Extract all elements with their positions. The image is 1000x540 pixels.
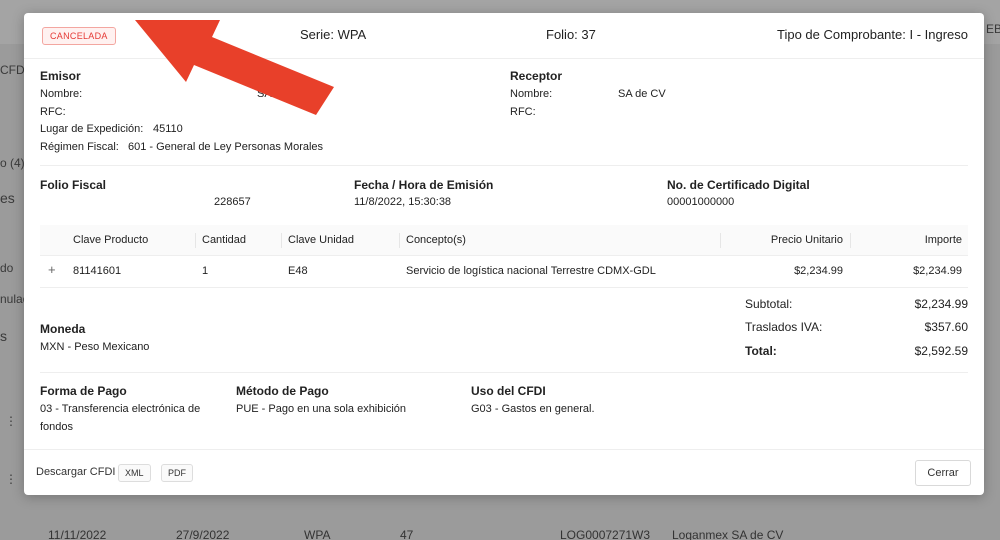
column-header: Cantidad <box>202 234 247 246</box>
emisor-nombre-label: Nombre: <box>40 88 83 100</box>
tipo-comprobante-label: Tipo de Comprobante: I - Ingreso <box>777 27 969 42</box>
background-cell: 47 <box>400 528 414 540</box>
background-kebab-icon: ⋮ <box>5 472 17 486</box>
emisor-regimen-value: 601 - General de Ley Personas Morales <box>128 141 324 153</box>
column-divider <box>850 233 851 248</box>
iva-value: $357.60 <box>924 320 968 334</box>
column-divider <box>399 233 400 248</box>
uso-cfdi-title: Uso del CFDI <box>471 384 546 398</box>
forma-pago-value-cont: fondos <box>40 421 74 433</box>
background-fragment: o (4) <box>0 156 25 170</box>
concepts-table-header: Clave Producto Cantidad Clave Unidad Con… <box>40 225 968 256</box>
emisor-lugar-value: 45110 <box>153 123 183 135</box>
emisor-title: Emisor <box>40 69 81 83</box>
emisor-regimen-label: Régimen Fiscal: <box>40 141 119 153</box>
divider <box>40 372 968 373</box>
iva-label: Traslados IVA: <box>745 320 823 334</box>
divider <box>40 165 968 166</box>
background-cell: WPA <box>304 528 331 540</box>
background-fragment: do <box>0 261 14 275</box>
total-label: Total: <box>745 344 777 358</box>
subtotal-label: Subtotal: <box>745 297 793 311</box>
background-cell: 27/9/2022 <box>176 528 230 540</box>
fecha-emision-title: Fecha / Hora de Emisión <box>354 178 494 192</box>
column-divider <box>720 233 721 248</box>
modal-footer: Descargar CFDI XML PDF Cerrar <box>24 449 984 495</box>
subtotal-value: $2,234.99 <box>914 297 968 311</box>
expand-row-icon[interactable]: + <box>48 262 56 277</box>
cell-concepto: Servicio de logística nacional Terrestre… <box>406 265 656 277</box>
modal-header: CANCELADA Serie: WPA Folio: 37 Tipo de C… <box>24 13 984 59</box>
cell-precio-unitario: $2,234.99 <box>794 265 843 277</box>
folio-fiscal-title: Folio Fiscal <box>40 178 107 192</box>
uso-cfdi-value: G03 - Gastos en general. <box>471 403 595 415</box>
certificado-title: No. de Certificado Digital <box>667 178 810 192</box>
column-divider <box>195 233 196 248</box>
cell-cantidad: 1 <box>202 265 209 277</box>
background-table-row: 11/11/2022 27/9/2022 WPA 47 LOG0007271W3… <box>0 520 1000 540</box>
cell-clave-unidad: E48 <box>288 265 308 277</box>
receptor-title: Receptor <box>510 69 563 83</box>
cell-importe: $2,234.99 <box>913 265 962 277</box>
column-divider <box>281 233 282 248</box>
fecha-emision-value: 11/8/2022, 15:30:38 <box>354 196 452 208</box>
column-header: Clave Producto <box>73 234 149 246</box>
emisor-nombre-value: SA de CV <box>257 88 305 100</box>
download-pdf-button[interactable]: PDF <box>161 464 193 482</box>
folio-label: Folio: 37 <box>546 27 596 42</box>
serie-label: Serie: WPA <box>300 27 367 42</box>
forma-pago-value: 03 - Transferencia electrónica de <box>40 403 201 415</box>
background-cell: 11/11/2022 <box>48 528 107 540</box>
forma-pago-title: Forma de Pago <box>40 384 127 398</box>
moneda-title: Moneda <box>40 322 86 336</box>
total-value: $2,592.59 <box>914 344 968 358</box>
metodo-pago-title: Método de Pago <box>236 384 329 398</box>
metodo-pago-value: PUE - Pago en una sola exhibición <box>236 403 406 415</box>
cfdi-detail-modal: CANCELADA Serie: WPA Folio: 37 Tipo de C… <box>24 13 984 495</box>
receptor-nombre-value: SA de CV <box>618 88 666 100</box>
status-badge: CANCELADA <box>42 27 116 45</box>
moneda-value: MXN - Peso Mexicano <box>40 341 150 353</box>
emisor-lugar-label: Lugar de Expedición: <box>40 123 144 135</box>
emisor-rfc-label: RFC: <box>40 106 66 118</box>
certificado-value: 00001000000 <box>667 196 735 208</box>
column-header: Clave Unidad <box>288 234 355 246</box>
cell-clave-producto: 81141601 <box>73 265 122 277</box>
download-cfdi-label: Descargar CFDI <box>36 466 116 478</box>
background-fragment: s <box>0 328 7 344</box>
background-kebab-icon: ⋮ <box>5 414 17 428</box>
background-fragment: es <box>0 190 15 206</box>
background-cell: Loganmex SA de CV <box>672 528 784 540</box>
column-header: Importe <box>924 234 962 246</box>
receptor-rfc-label: RFC: <box>510 106 536 118</box>
download-xml-button[interactable]: XML <box>118 464 151 482</box>
column-header: Concepto(s) <box>406 234 466 246</box>
table-row: + 81141601 1 E48 Servicio de logística n… <box>40 256 968 288</box>
column-header: Precio Unitario <box>770 234 843 246</box>
folio-fiscal-value: 228657 <box>214 196 251 208</box>
background-cell: LOG0007271W3 <box>560 528 651 540</box>
close-button[interactable]: Cerrar <box>915 460 971 486</box>
background-topbar-text: EB I <box>986 22 1000 36</box>
receptor-nombre-label: Nombre: <box>510 88 553 100</box>
